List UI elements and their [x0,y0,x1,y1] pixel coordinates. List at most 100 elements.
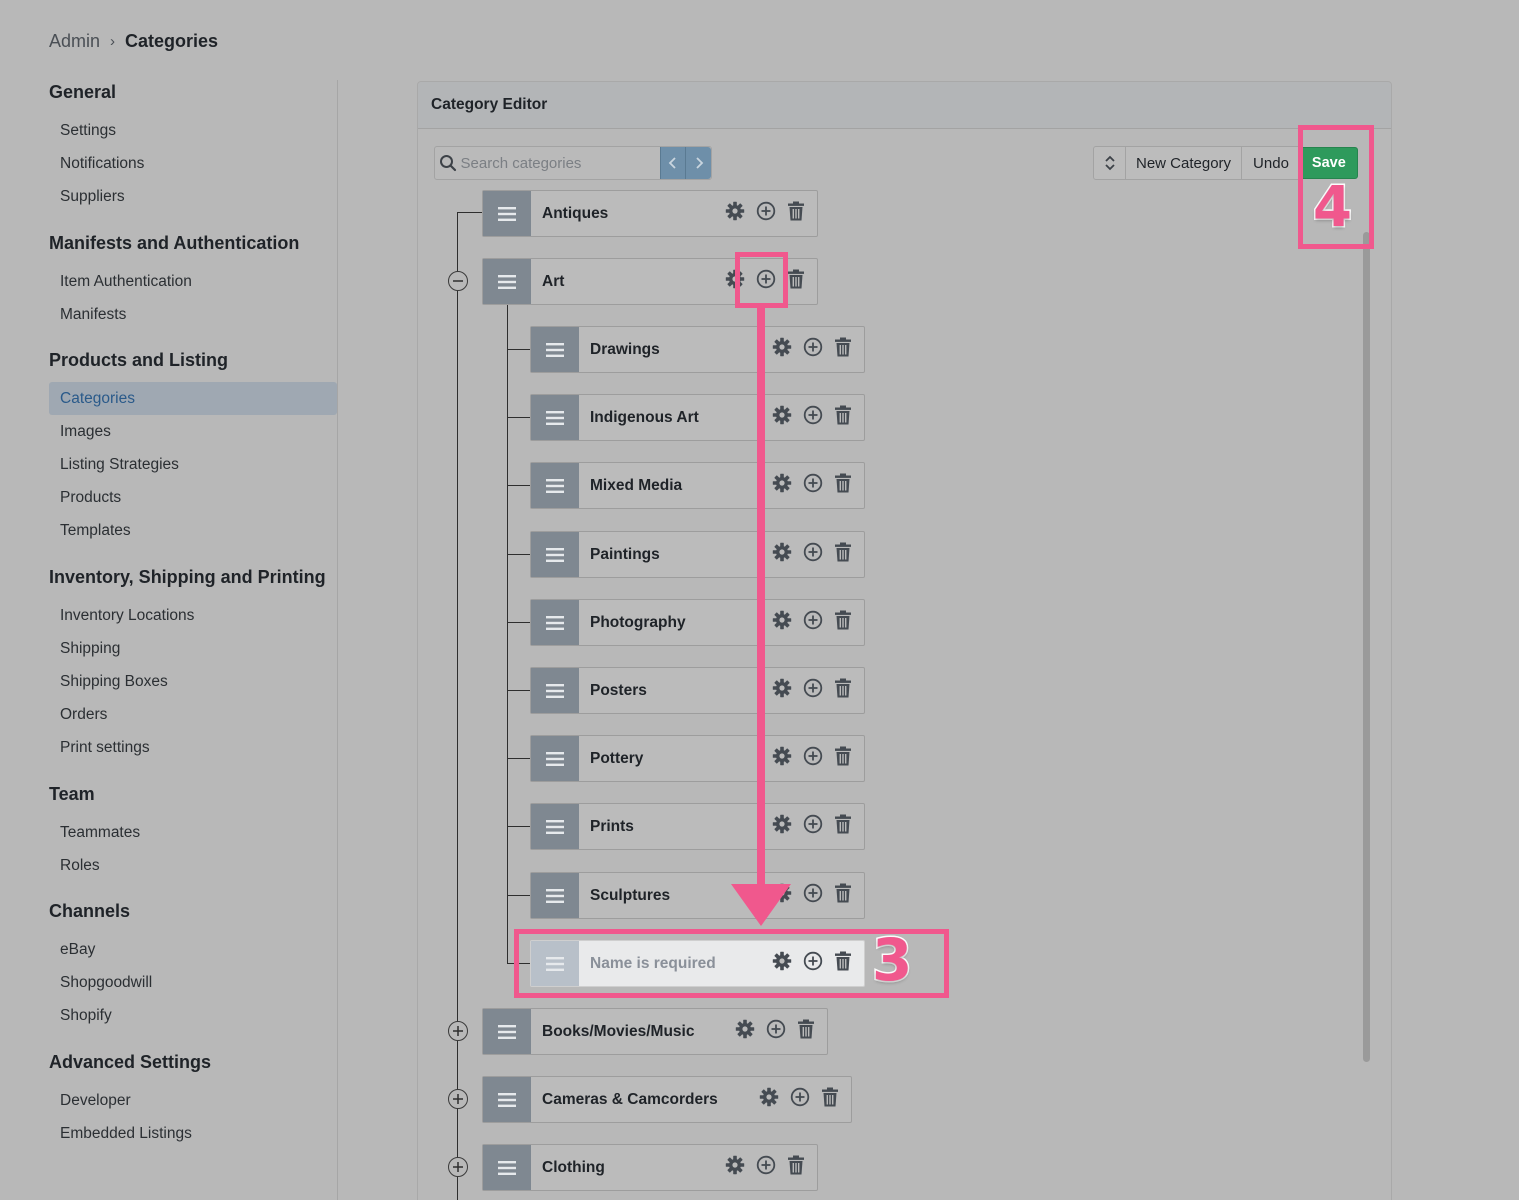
add-child-icon[interactable] [803,814,823,839]
sidebar-item[interactable]: Shipping Boxes [49,665,337,698]
trash-icon[interactable] [787,201,805,226]
scrollbar[interactable] [1363,232,1370,1062]
nav-section-heading: Channels [49,901,131,921]
gear-icon[interactable] [772,610,792,635]
gear-icon[interactable] [772,473,792,498]
sidebar-item[interactable]: Teammates [49,816,337,849]
sidebar-item[interactable]: Inventory Locations [49,599,337,632]
drag-handle[interactable] [483,259,531,304]
expand-toggle[interactable] [448,1021,468,1041]
search-next-button[interactable] [685,147,711,179]
trash-icon[interactable] [787,269,805,294]
drag-handle[interactable] [531,395,579,440]
search-prev-button[interactable] [659,147,686,179]
add-child-icon[interactable] [803,473,823,498]
trash-icon[interactable] [787,1155,805,1180]
trash-icon[interactable] [834,337,852,362]
sidebar-item[interactable]: Shopify [49,999,337,1032]
tree-connector [457,212,482,213]
sidebar-item[interactable]: Shipping [49,632,337,665]
expand-toggle[interactable] [448,1157,468,1177]
drag-handle[interactable] [531,873,579,918]
trash-icon[interactable] [834,473,852,498]
sidebar-item[interactable]: Products [49,481,337,514]
add-child-icon[interactable] [790,1087,810,1112]
sidebar-item[interactable]: Roles [49,849,337,882]
gear-icon[interactable] [725,1155,745,1180]
category-name: Photography [590,614,686,631]
drag-handle[interactable] [483,1145,531,1190]
sidebar-item[interactable]: Shopgoodwill [49,966,337,999]
sidebar-item[interactable]: Suppliers [49,180,337,213]
sidebar-item[interactable]: Embedded Listings [49,1117,337,1150]
drag-handle[interactable] [483,1077,531,1122]
drag-handle[interactable] [531,327,579,372]
nav-section: Advanced Settings Developer Embedded Listi… [49,1050,337,1150]
sidebar-item[interactable]: Developer [49,1084,337,1117]
category-node: Paintings [530,531,865,578]
gear-icon[interactable] [759,1087,779,1112]
collapse-toggle[interactable] [448,271,468,291]
gear-icon[interactable] [735,1019,755,1044]
add-child-icon[interactable] [803,337,823,362]
new-category-button[interactable]: New Category [1125,146,1243,180]
breadcrumb-admin[interactable]: Admin [49,31,100,52]
add-child-icon[interactable] [803,610,823,635]
trash-icon[interactable] [834,883,852,908]
sidebar-item[interactable]: Notifications [49,147,337,180]
trash-icon[interactable] [834,610,852,635]
add-child-icon[interactable] [803,746,823,771]
gear-icon[interactable] [772,678,792,703]
drag-handle-icon [546,547,564,562]
gear-icon[interactable] [772,746,792,771]
trash-icon[interactable] [834,814,852,839]
drag-handle[interactable] [531,463,579,508]
search-input[interactable] [460,147,660,179]
sidebar-item[interactable]: Print settings [49,731,337,764]
add-child-icon[interactable] [803,542,823,567]
chevron-left-icon [668,157,676,169]
undo-button[interactable]: Undo [1241,146,1300,180]
drag-handle[interactable] [531,804,579,849]
category-name: Art [542,273,565,290]
expand-toggle[interactable] [448,1089,468,1109]
trash-icon[interactable] [821,1087,839,1112]
search-box [434,146,712,180]
add-child-icon[interactable] [803,678,823,703]
trash-icon[interactable] [834,678,852,703]
gear-icon[interactable] [772,337,792,362]
drag-handle-icon [546,751,564,766]
sidebar-item[interactable]: Item Authentication [49,265,337,298]
sidebar-item[interactable]: Orders [49,698,337,731]
add-child-icon[interactable] [803,883,823,908]
drag-handle[interactable] [531,668,579,713]
add-child-icon[interactable] [803,405,823,430]
drag-handle[interactable] [531,532,579,577]
trash-icon[interactable] [834,746,852,771]
sidebar-item[interactable]: eBay [49,933,337,966]
expand-collapse-button[interactable] [1093,146,1126,180]
trash-icon[interactable] [834,405,852,430]
sidebar-item[interactable]: Templates [49,514,337,547]
sidebar-item[interactable]: Settings [49,114,337,147]
sidebar-item[interactable]: Categories [49,382,337,415]
trash-icon[interactable] [797,1019,815,1044]
nav-section-heading: General [49,82,117,102]
category-node: Posters [530,667,865,714]
add-child-icon[interactable] [756,1155,776,1180]
add-child-icon[interactable] [756,201,776,226]
drag-handle[interactable] [483,1009,531,1054]
drag-handle[interactable] [531,736,579,781]
sidebar-item[interactable]: Manifests [49,298,337,331]
drag-handle[interactable] [483,191,531,236]
tree-connector [507,622,531,623]
sidebar-item[interactable]: Listing Strategies [49,448,337,481]
sidebar-item[interactable]: Images [49,415,337,448]
gear-icon[interactable] [772,814,792,839]
add-child-icon[interactable] [766,1019,786,1044]
gear-icon[interactable] [772,405,792,430]
gear-icon[interactable] [772,542,792,567]
trash-icon[interactable] [834,542,852,567]
gear-icon[interactable] [725,201,745,226]
drag-handle[interactable] [531,600,579,645]
